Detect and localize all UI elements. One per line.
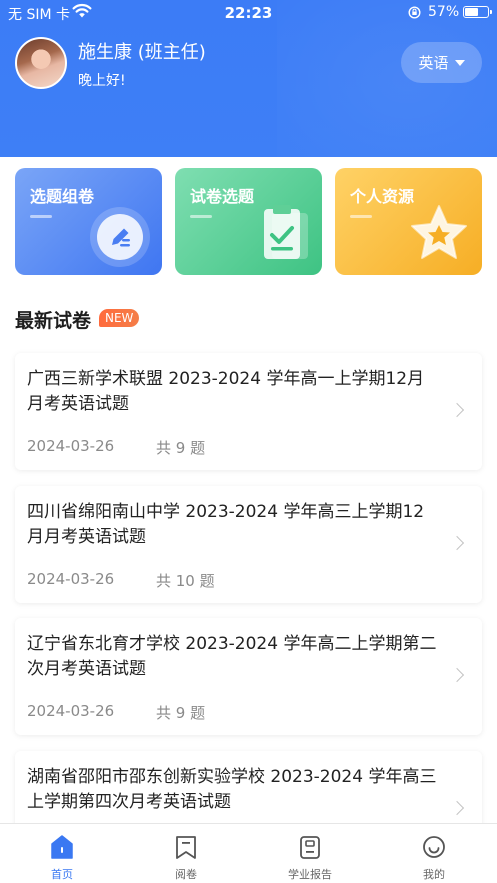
- card-divider: [350, 215, 372, 218]
- paper-question-count: 共 9 题: [156, 439, 206, 457]
- caret-down-icon: [454, 59, 465, 66]
- tab-mine[interactable]: 我的: [372, 824, 496, 883]
- paper-date: 2024-03-26: [27, 702, 115, 720]
- avatar[interactable]: [15, 37, 67, 89]
- tab-home[interactable]: 首页: [0, 824, 124, 883]
- card-title: 个人资源: [350, 187, 415, 206]
- chevron-right-icon: [449, 800, 465, 816]
- subject-selector-button[interactable]: 英语: [401, 42, 482, 83]
- subject-label: 英语: [418, 54, 449, 72]
- tab-label: 阅卷: [175, 868, 197, 881]
- paper-title: 湖南省邵阳市邵东创新实验学校 2023-2024 学年高三上学期第四次月考英语试…: [27, 767, 437, 812]
- paper-question-count: 共 10 题: [156, 572, 215, 590]
- card-title: 试卷选题: [190, 187, 255, 206]
- paper-title: 辽宁省东北育才学校 2023-2024 学年高二上学期第二次月考英语试题: [27, 634, 437, 679]
- paper-title: 广西三新学术联盟 2023-2024 学年高一上学期12月月考英语试题: [27, 369, 425, 414]
- status-bar: 无 SIM 卡 22:23 57%: [0, 0, 497, 26]
- bottom-tab-bar: 首页 阅卷 学业报告 我的: [0, 823, 497, 883]
- chevron-right-icon: [449, 667, 465, 683]
- greeting-text: 晚上好!: [78, 73, 126, 89]
- chevron-right-icon: [449, 535, 465, 551]
- bookmark-icon: [176, 836, 196, 859]
- card-personal-resources[interactable]: 个人资源: [335, 168, 482, 275]
- battery-percent: 57%: [428, 4, 460, 20]
- paper-list-item[interactable]: 辽宁省东北育才学校 2023-2024 学年高二上学期第二次月考英语试题 202…: [15, 618, 482, 735]
- paper-title: 四川省绵阳南山中学 2023-2024 学年高三上学期12月月考英语试题: [27, 502, 425, 547]
- paper-date: 2024-03-26: [27, 437, 115, 455]
- paper-list-item[interactable]: 四川省绵阳南山中学 2023-2024 学年高三上学期12月月考英语试题 202…: [15, 486, 482, 603]
- chevron-right-icon: [449, 402, 465, 418]
- section-title: 最新试卷: [15, 310, 92, 332]
- tab-label: 学业报告: [288, 868, 332, 881]
- tab-label: 我的: [423, 868, 445, 881]
- new-badge: NEW: [99, 309, 140, 327]
- orientation-lock-icon: [408, 6, 421, 19]
- smiley-icon: [423, 836, 445, 858]
- card-divider: [30, 215, 52, 218]
- paper-date: 2024-03-26: [27, 570, 115, 588]
- tab-report[interactable]: 学业报告: [248, 824, 372, 883]
- report-icon: [300, 836, 320, 859]
- home-icon: [51, 835, 73, 859]
- clock: 22:23: [224, 4, 273, 22]
- user-name: 施生康 (班主任): [78, 42, 206, 63]
- clipboard-check-icon: [264, 205, 308, 259]
- card-select-questions[interactable]: 选题组卷: [15, 168, 162, 275]
- star-icon: [411, 205, 467, 259]
- paper-question-count: 共 9 题: [156, 704, 206, 722]
- tab-marking[interactable]: 阅卷: [124, 824, 248, 883]
- card-divider: [190, 215, 212, 218]
- card-paper-questions[interactable]: 试卷选题: [175, 168, 322, 275]
- tab-label: 首页: [51, 868, 73, 881]
- edit-document-icon: [90, 207, 150, 267]
- battery-icon: [463, 6, 492, 18]
- paper-list-item[interactable]: 广西三新学术联盟 2023-2024 学年高一上学期12月月考英语试题 2024…: [15, 353, 482, 470]
